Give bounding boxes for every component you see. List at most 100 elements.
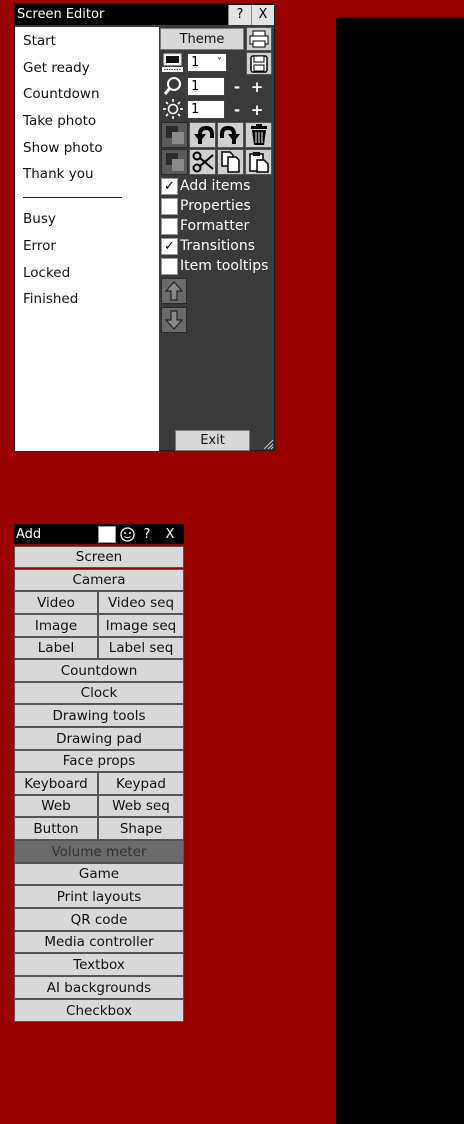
undo-button[interactable] [189,122,216,148]
add-countdown-button[interactable]: Countdown [14,659,184,682]
copy-button[interactable] [217,149,244,175]
screen-list-item[interactable]: Show photo [15,135,159,162]
add-web-button[interactable]: Web [14,795,98,817]
add-clock-button[interactable]: Clock [14,682,184,704]
monitor-icon [162,53,184,73]
add-help-button[interactable]: ? [135,524,159,544]
screen-list-item[interactable]: Busy [15,206,159,233]
add-image-seq-button[interactable]: Image seq [98,614,184,637]
close-button[interactable]: X [251,4,274,25]
screen-list-item[interactable]: Thank you [15,161,159,188]
paste-icon [248,152,269,173]
screen-list-item[interactable]: Locked [15,260,159,287]
add-media-controller-button[interactable]: Media controller [14,931,184,953]
option-label: Properties [180,198,251,214]
save-button[interactable] [246,52,272,75]
face-icon[interactable] [119,526,135,542]
option-add-items[interactable]: ✓ Add items [161,176,273,196]
screen-list-item[interactable]: Get ready [15,55,159,82]
screen-list: Start Get ready Countdown Take photo Sho… [15,27,159,451]
option-label: Transitions [180,238,255,254]
add-screen-button[interactable]: Screen [14,546,184,568]
add-print-layouts-button[interactable]: Print layouts [14,885,184,908]
options-group: ✓ Add items Properties Formatter ✓ Trans… [161,176,273,276]
help-button[interactable]: ? [228,4,251,25]
undo-icon [193,125,214,144]
zoom-minus-button[interactable]: - [228,77,246,96]
move-down-icon [165,310,183,330]
zoom-input[interactable]: 1 [187,77,225,96]
add-drawing-pad-button[interactable]: Drawing pad [14,727,184,750]
redo-icon [219,125,240,144]
brightness-minus-button[interactable]: - [228,100,246,119]
screen-list-item[interactable]: Countdown [15,81,159,108]
cut-button[interactable] [189,149,216,175]
list-separator [23,196,122,198]
brightness-plus-button[interactable]: + [248,100,266,119]
add-image-button[interactable]: Image [14,614,98,637]
checkbox[interactable]: ✓ [161,177,178,195]
resize-grip-icon[interactable] [262,438,274,450]
paste-button[interactable] [245,149,272,175]
brightness-icon [163,99,183,119]
screen-editor-titlebar[interactable]: Screen Editor ? X [15,4,274,25]
brightness-input[interactable]: 1 [187,100,225,119]
add-web-seq-button[interactable]: Web seq [98,795,184,817]
add-shape-button[interactable]: Shape [98,817,184,840]
cut-icon [192,151,214,173]
chevron-down-icon: ˅ [217,57,222,68]
add-textbox-button[interactable]: Textbox [14,953,184,976]
checkbox[interactable]: ✓ [161,237,178,255]
copy-style-button[interactable] [161,122,188,148]
checkbox[interactable] [161,217,178,235]
add-panel-title: Add [16,526,42,542]
add-drawing-tools-button[interactable]: Drawing tools [14,704,184,727]
add-face-props-button[interactable]: Face props [14,750,184,772]
screen-list-item[interactable]: Error [15,233,159,260]
theme-button[interactable]: Theme [160,28,244,50]
add-label-seq-button[interactable]: Label seq [98,637,184,659]
layers-icon [165,126,184,144]
option-formatter[interactable]: Formatter [161,216,273,236]
add-label-button[interactable]: Label [14,637,98,659]
screen-number-select[interactable]: 1 ˅ [187,53,227,72]
copy-icon [220,151,240,173]
option-label: Item tooltips [180,258,269,274]
screen-editor-window: Screen Editor ? X Start Get ready Countd… [14,3,275,451]
checkbox[interactable] [161,197,178,215]
add-video-button[interactable]: Video [14,591,98,614]
add-close-button[interactable]: X [159,524,181,544]
move-up-button[interactable] [161,278,187,304]
add-panel-titlebar[interactable]: Add ? X [14,524,184,544]
add-ai-backgrounds-button[interactable]: AI backgrounds [14,976,184,999]
exit-button[interactable]: Exit [175,430,250,451]
printer-button[interactable] [246,27,272,51]
checkbox[interactable] [161,257,178,275]
add-camera-button[interactable]: Camera [14,569,184,591]
option-transitions[interactable]: ✓ Transitions [161,236,273,256]
add-keyboard-button[interactable]: Keyboard [14,772,98,795]
add-checkbox-button[interactable]: Checkbox [14,999,184,1022]
move-up-icon [165,281,183,301]
delete-button[interactable] [245,122,272,148]
screen-number-value: 1 [191,55,200,70]
save-icon [250,54,268,73]
move-down-button[interactable] [161,307,187,333]
add-video-seq-button[interactable]: Video seq [98,591,184,614]
color-swatch[interactable] [98,525,116,543]
screen-list-item[interactable]: Take photo [15,108,159,135]
redo-button[interactable] [217,122,244,148]
screen-list-item[interactable]: Finished [15,286,159,313]
add-keypad-button[interactable]: Keypad [98,772,184,795]
window-title: Screen Editor [17,7,105,22]
screen-list-item[interactable]: Start [15,28,159,55]
add-button-button[interactable]: Button [14,817,98,840]
add-game-button[interactable]: Game [14,863,184,885]
zoom-plus-button[interactable]: + [248,77,266,96]
option-item-tooltips[interactable]: Item tooltips [161,256,273,276]
add-qr-code-button[interactable]: QR code [14,908,184,931]
delete-icon [250,124,267,145]
paste-style-button[interactable] [161,149,188,175]
option-properties[interactable]: Properties [161,196,273,216]
option-label: Formatter [180,218,250,234]
